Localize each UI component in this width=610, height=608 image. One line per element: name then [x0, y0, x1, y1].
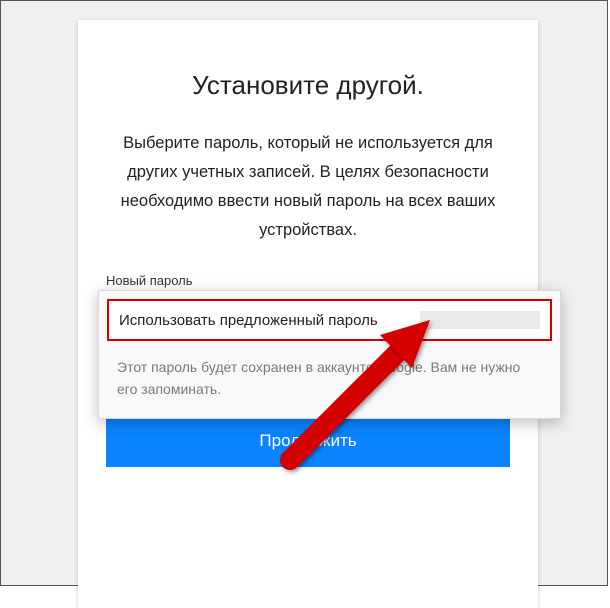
password-field-label: Новый пароль: [106, 273, 538, 288]
continue-button[interactable]: Продолжить: [106, 415, 510, 467]
use-suggested-password-label: Использовать предложенный пароль: [119, 312, 378, 329]
suggested-password-masked: [420, 311, 540, 329]
use-suggested-password-button[interactable]: Использовать предложенный пароль: [107, 299, 552, 341]
continue-button-label: Продолжить: [259, 431, 356, 451]
password-suggestion-popup: Использовать предложенный пароль Этот па…: [98, 290, 561, 419]
password-save-note: Этот пароль будет сохранен в аккаунте Go…: [99, 349, 560, 418]
dialog-title: Установите другой.: [78, 70, 538, 101]
dialog-description: Выберите пароль, который не используется…: [108, 129, 508, 245]
